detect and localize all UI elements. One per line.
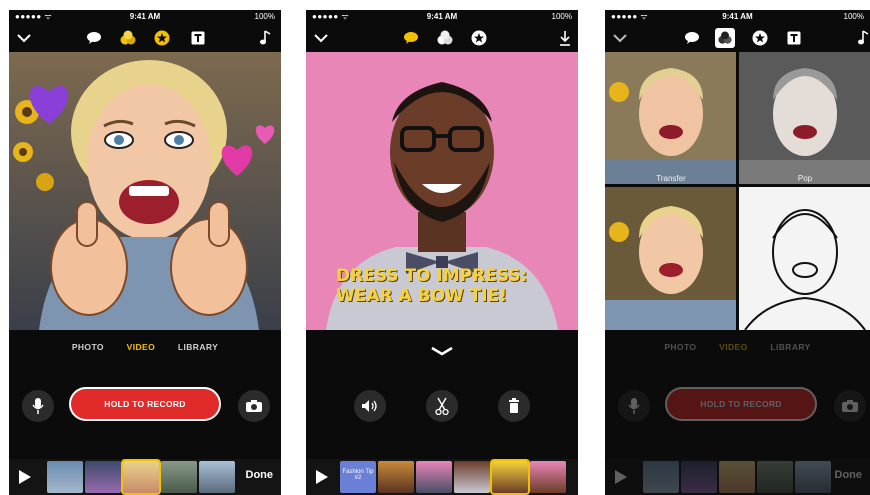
- mode-library[interactable]: LIBRARY: [178, 342, 218, 352]
- volume-button[interactable]: [354, 390, 386, 422]
- filters-icon[interactable]: [436, 29, 454, 47]
- done-button[interactable]: Done: [835, 469, 863, 481]
- filter-label-pop: Pop: [797, 174, 813, 183]
- status-bar: ●●●●● ᯤ 9:41 AM 100%: [605, 10, 870, 24]
- battery-indicator: 100%: [551, 12, 572, 21]
- text-title-icon[interactable]: [785, 29, 803, 47]
- speech-bubble-icon[interactable]: [85, 29, 103, 47]
- toolbar: [605, 24, 870, 52]
- play-icon[interactable]: [615, 470, 627, 484]
- hold-to-record-button[interactable]: HOLD TO RECORD: [69, 387, 221, 421]
- star-sticker-icon[interactable]: [470, 29, 488, 47]
- camera-icon: [246, 400, 262, 412]
- filter-label-transfer: Transfer: [656, 174, 686, 183]
- clip-thumbnail[interactable]: [490, 459, 530, 495]
- filters-icon[interactable]: [715, 28, 735, 48]
- microphone-button[interactable]: [618, 390, 650, 422]
- speaker-icon: [362, 400, 377, 412]
- mode-photo[interactable]: PHOTO: [72, 342, 104, 352]
- trim-button[interactable]: [426, 390, 458, 422]
- camera-icon: [842, 400, 858, 412]
- filter-tile: [739, 52, 870, 184]
- clip-thumbnail[interactable]: [161, 461, 197, 493]
- clip-thumbnail[interactable]: [530, 461, 566, 493]
- clip-timeline[interactable]: Fashion Tip #2: [306, 459, 578, 495]
- clip-thumbnail[interactable]: [795, 461, 831, 493]
- filter-tile: [605, 52, 736, 184]
- clip-thumbnail[interactable]: Fashion Tip #2: [340, 461, 376, 493]
- clip-thumbnail[interactable]: [378, 461, 414, 493]
- battery-indicator: 100%: [843, 12, 864, 21]
- camera-switch-button[interactable]: [834, 390, 866, 422]
- text-title-icon[interactable]: [189, 29, 207, 47]
- video-caption-overlay[interactable]: DRESS TO IMPRESS: WEAR A BOW TIE!: [336, 266, 566, 306]
- chevron-down-icon[interactable]: [611, 29, 629, 47]
- clip-thumbnail[interactable]: [681, 461, 717, 493]
- filter-tile: [739, 187, 870, 330]
- microphone-icon: [32, 398, 44, 414]
- mode-library[interactable]: LIBRARY: [770, 342, 810, 352]
- thumbnail-title-label: Fashion Tip #2: [342, 469, 374, 481]
- star-sticker-icon[interactable]: [153, 29, 171, 47]
- video-preview[interactable]: DRESS TO IMPRESS: WEAR A BOW TIE!: [306, 52, 578, 330]
- collapse-chevron-icon[interactable]: [306, 343, 578, 361]
- filters-icon[interactable]: [119, 29, 137, 47]
- battery-indicator: 100%: [254, 12, 275, 21]
- delete-button[interactable]: [498, 390, 530, 422]
- clip-timeline[interactable]: Done: [9, 459, 281, 495]
- mode-video[interactable]: VIDEO: [719, 342, 747, 352]
- capture-mode-selector: PHOTO VIDEO LIBRARY: [9, 342, 281, 352]
- microphone-button[interactable]: [22, 390, 54, 422]
- toolbar: [9, 24, 281, 52]
- camera-switch-button[interactable]: [238, 390, 270, 422]
- status-bar: ●●●●● ᯤ 9:41 AM 100%: [9, 10, 281, 24]
- clip-thumbnail[interactable]: [454, 461, 490, 493]
- phone-screen-filters: ●●●●● ᯤ 9:41 AM 100% Transfer Pop PHOTO …: [605, 10, 870, 495]
- clip-thumbnail[interactable]: [757, 461, 793, 493]
- speech-bubble-icon[interactable]: [683, 29, 701, 47]
- phone-screen-edit: ●●●●● ᯤ 9:41 AM 100% DRESS TO IMPRESS: W…: [306, 10, 578, 495]
- hold-to-record-button[interactable]: HOLD TO RECORD: [665, 387, 817, 421]
- mode-photo[interactable]: PHOTO: [664, 342, 696, 352]
- speech-bubble-icon[interactable]: [402, 29, 420, 47]
- music-note-icon[interactable]: [257, 29, 275, 47]
- mode-video[interactable]: VIDEO: [127, 342, 155, 352]
- download-icon[interactable]: [556, 29, 574, 47]
- star-sticker-icon[interactable]: [751, 29, 769, 47]
- status-time: 9:41 AM: [426, 12, 458, 21]
- play-icon[interactable]: [19, 470, 31, 484]
- clip-thumbnail[interactable]: [85, 461, 121, 493]
- clip-thumbnail[interactable]: [47, 461, 83, 493]
- play-icon[interactable]: [316, 470, 328, 484]
- status-time: 9:41 AM: [722, 12, 753, 21]
- clip-thumbnail[interactable]: [643, 461, 679, 493]
- filter-tile: [605, 187, 736, 330]
- phone-screen-camera: ●●●●● ᯤ 9:41 AM 100% PHOTO VIDEO LIBRARY…: [9, 10, 281, 495]
- trash-icon: [509, 398, 519, 413]
- chevron-down-icon[interactable]: [312, 29, 330, 47]
- clip-thumbnail[interactable]: [416, 461, 452, 493]
- clip-timeline[interactable]: Done: [605, 459, 870, 495]
- filter-grid: Transfer Pop: [605, 52, 870, 330]
- clip-thumbnail[interactable]: [719, 461, 755, 493]
- music-note-icon[interactable]: [855, 29, 870, 47]
- clip-thumbnail[interactable]: [199, 461, 235, 493]
- clip-thumbnail[interactable]: [121, 459, 161, 495]
- caption-line-1: DRESS TO IMPRESS:: [336, 266, 528, 286]
- capture-mode-selector: PHOTO VIDEO LIBRARY: [605, 342, 870, 352]
- done-button[interactable]: Done: [246, 469, 274, 481]
- toolbar: [306, 24, 578, 52]
- microphone-icon: [628, 398, 640, 414]
- chevron-down-icon[interactable]: [15, 29, 33, 47]
- status-bar: ●●●●● ᯤ 9:41 AM 100%: [306, 10, 578, 24]
- camera-viewfinder[interactable]: [9, 52, 281, 330]
- status-time: 9:41 AM: [129, 12, 161, 21]
- caption-line-2: WEAR A BOW TIE!: [336, 286, 507, 306]
- scissors-icon: [435, 397, 449, 415]
